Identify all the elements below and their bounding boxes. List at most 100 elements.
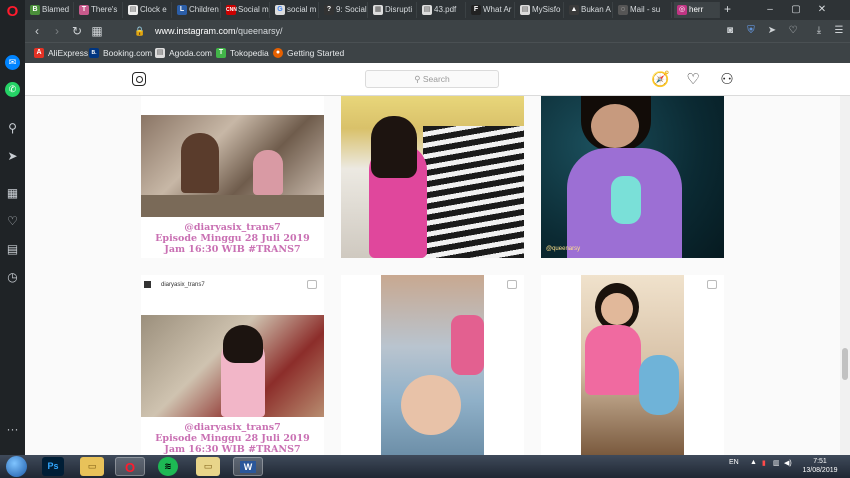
tab-7[interactable]: ? 9: Social (321, 2, 368, 18)
opera-menu-icon[interactable]: O (5, 4, 20, 19)
bookmark-booking[interactable]: B. Booking.com (89, 46, 152, 60)
tab-10[interactable]: F What Ar (468, 2, 515, 18)
agoda-icon: ▤ (155, 48, 165, 58)
tab-label: herr (689, 5, 704, 14)
post-thumbnail[interactable] (541, 275, 724, 455)
embedded-account-name: diaryasix_trans7 (161, 282, 205, 288)
bookmark-label: AliExpress (48, 48, 89, 58)
reload-icon[interactable]: ↻ (69, 23, 85, 39)
mini-avatar-icon (144, 281, 151, 288)
tab-2[interactable]: T There's (76, 2, 123, 18)
post-thumbnail[interactable] (341, 275, 524, 455)
post-thumbnail[interactable]: diaryasix_trans7 @diaryasix_trans7 Episo… (141, 275, 324, 455)
heart-icon[interactable]: ♡ (5, 214, 20, 229)
whatsapp-icon[interactable]: ✆ (5, 82, 20, 97)
history-icon[interactable]: ◷ (5, 270, 20, 285)
network-icon[interactable]: ▥ (773, 459, 780, 467)
booking-icon: B. (89, 48, 99, 58)
close-icon[interactable]: ✕ (812, 2, 832, 18)
piano-keys (423, 126, 524, 258)
easy-setup-icon[interactable]: ☰ (831, 23, 847, 39)
caption-line: @diaryasix_trans7 (184, 222, 281, 233)
profile-icon[interactable]: ⚇ (718, 71, 736, 89)
new-tab-icon[interactable]: + (724, 2, 731, 16)
file-explorer-icon[interactable]: ▭ (80, 457, 104, 476)
folder-icon[interactable]: ▭ (196, 457, 220, 476)
adblock-shield-icon[interactable]: ⛨ (743, 23, 759, 39)
pink-sleeve (451, 315, 484, 375)
messenger-icon[interactable]: ✉ (5, 55, 20, 70)
tab-label: Mail - su (630, 5, 661, 14)
spotify-icon[interactable]: ≋ (158, 457, 178, 476)
windows-taskbar: Ps ▭ O ≋ ▭ W EN ▲ ▮ ▥ ◀) 7:51 13/08/2019 (0, 455, 850, 478)
tab-5[interactable]: CNN Social m (223, 2, 270, 18)
post-thumbnail[interactable]: @diaryasix_trans7 Episode Minggu 28 Juli… (141, 96, 324, 258)
post-photo (381, 275, 484, 455)
tab-4[interactable]: L Children (174, 2, 221, 18)
post-thumbnail[interactable]: @queenarsy (541, 96, 724, 258)
opera-taskbar-icon[interactable]: O (115, 457, 145, 476)
tab-favicon-icon: ▲ (569, 5, 579, 15)
explore-compass-icon[interactable]: 🧭 (651, 71, 670, 89)
search-icon[interactable]: ⚲ (5, 121, 20, 136)
tab-1[interactable]: B Blamed (27, 2, 74, 18)
download-icon[interactable]: ⤓ (811, 23, 827, 39)
tab-3[interactable]: ▤ Clock e (125, 2, 172, 18)
tab-11[interactable]: ▤ MySisfo (517, 2, 564, 18)
url-path: /queenarsy/ (235, 26, 283, 36)
tab-instagram-active[interactable]: ◎ herr (674, 2, 720, 18)
photo-watermark: @queenarsy (546, 246, 581, 252)
tray-arrow-icon[interactable]: ▲ (750, 459, 757, 466)
word-icon[interactable]: W (233, 457, 263, 476)
caption-line: Episode Minggu 28 Juli 2019 (155, 233, 310, 244)
tab-favicon-icon: ▤ (128, 5, 138, 15)
page-scrollbar[interactable] (840, 96, 850, 455)
tab-9[interactable]: ▤ 43.pdf (419, 2, 466, 18)
send-to-icon[interactable]: ➤ (764, 23, 780, 39)
speed-dial-icon[interactable]: ▦ (5, 186, 20, 201)
bookmark-tokopedia[interactable]: T Tokopedia (216, 46, 269, 60)
clock-time: 7:51 (813, 458, 827, 465)
back-icon[interactable]: ‹ (29, 23, 45, 39)
bookmark-agoda[interactable]: ▤ Agoda.com (155, 46, 212, 60)
minimize-icon[interactable]: – (760, 2, 780, 18)
more-icon[interactable]: ··· (5, 422, 20, 437)
post-thumbnail[interactable] (341, 96, 524, 258)
send-icon[interactable]: ➤ (5, 149, 20, 164)
instagram-favicon-icon: ◎ (677, 5, 687, 15)
tabs-grid-icon[interactable]: ▦ (89, 23, 105, 39)
system-clock[interactable]: 7:51 13/08/2019 (795, 457, 845, 475)
tab-favicon-icon: ▤ (520, 5, 530, 15)
scrollbar-thumb[interactable] (842, 348, 848, 380)
tab-favicon-icon: CNN (226, 5, 237, 15)
bookmark-aliexpress[interactable]: A AliExpress (34, 46, 88, 60)
tab-12[interactable]: ▲ Bukan A (566, 2, 613, 18)
bookmark-getting-started[interactable]: ● Getting Started (273, 46, 344, 60)
post-photo (141, 315, 324, 417)
caption-line: @diaryasix_trans7 (184, 422, 281, 433)
tab-6[interactable]: Gsocial m (272, 2, 319, 18)
maximize-icon[interactable]: ▢ (786, 2, 806, 18)
news-icon[interactable]: ▤ (5, 242, 20, 257)
camera-icon[interactable]: ◙ (722, 23, 738, 39)
tab-8[interactable]: ▦ Disrupti (370, 2, 417, 18)
table-surface (141, 195, 324, 217)
tab-label: 43.pdf (434, 5, 457, 14)
child-figure (253, 150, 283, 195)
bookmarks-bar: A AliExpress B. Booking.com ▤ Agoda.com T To… (25, 42, 850, 63)
volume-icon[interactable]: ◀) (784, 459, 792, 467)
url-field[interactable]: www.instagram.com/queenarsy/ (155, 24, 283, 38)
language-indicator[interactable]: EN (729, 459, 739, 466)
activity-heart-icon[interactable]: ♡ (684, 71, 702, 89)
forward-icon[interactable]: › (49, 23, 65, 39)
bookmark-heart-icon[interactable]: ♡ (785, 23, 801, 39)
start-button-icon[interactable] (6, 456, 27, 477)
tab-label: MySisfo (532, 5, 561, 14)
instagram-logo-icon[interactable] (132, 72, 146, 86)
tab-13[interactable]: ◌ Mail - su (615, 2, 672, 18)
photoshop-icon[interactable]: Ps (42, 457, 64, 476)
girl-face (601, 293, 633, 325)
tab-favicon-icon: ◌ (618, 5, 628, 15)
search-input[interactable]: ⚲ Search (365, 70, 499, 88)
battery-icon[interactable]: ▮ (762, 459, 766, 467)
